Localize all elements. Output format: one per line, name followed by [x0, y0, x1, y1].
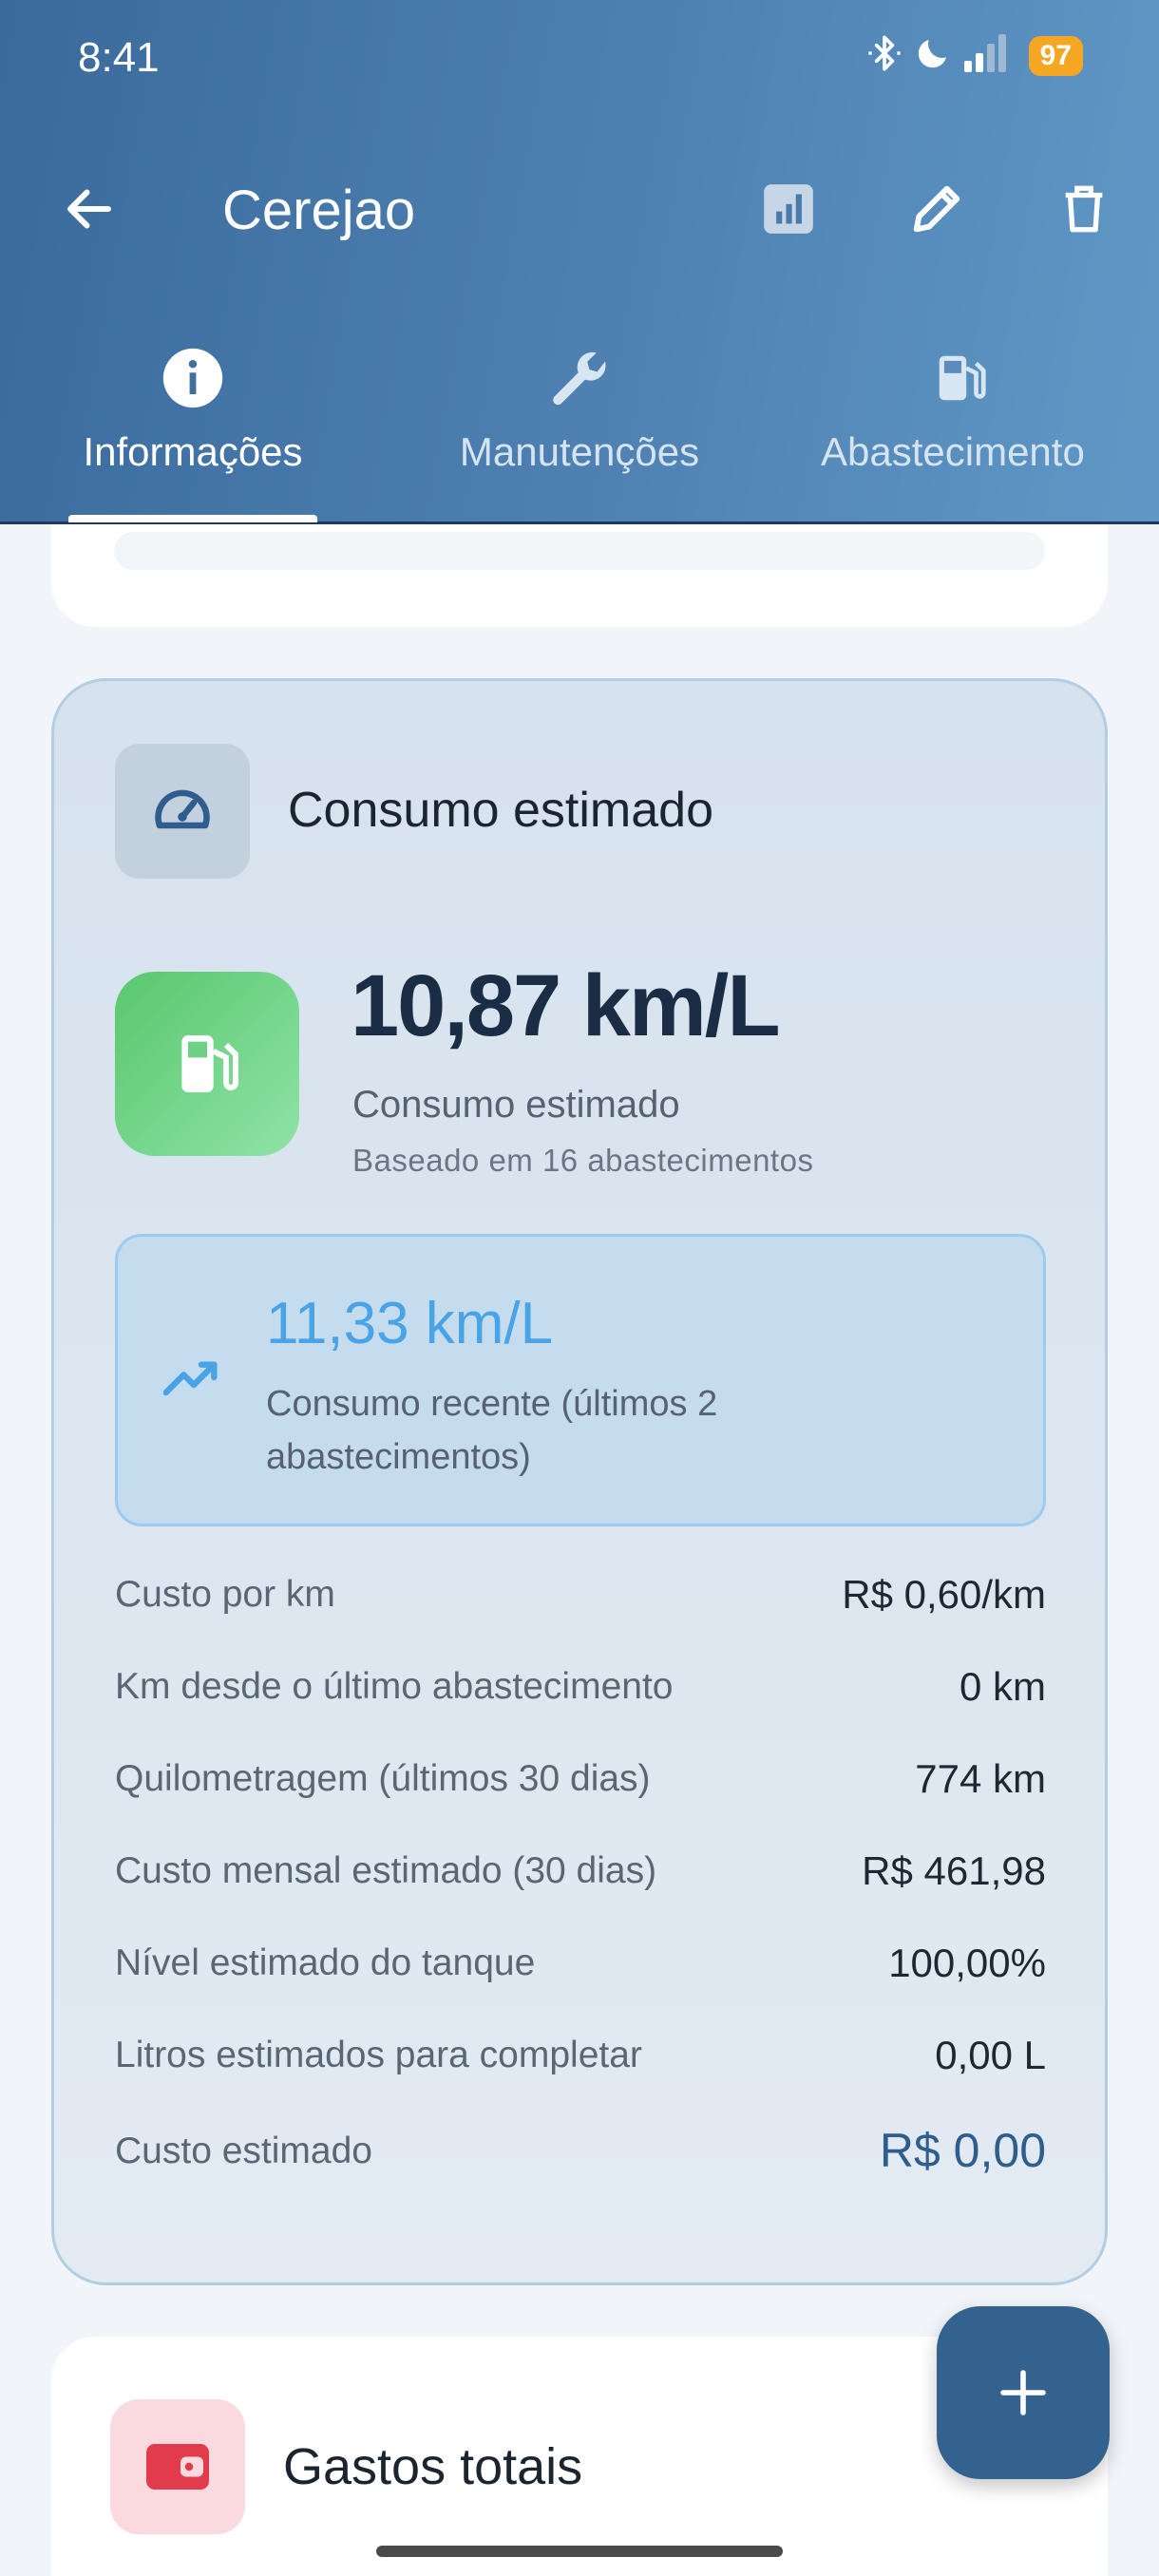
moon-icon	[913, 33, 953, 78]
tab-informacoes[interactable]: Informações	[57, 323, 329, 524]
stat-row-custo-mensal: Custo mensal estimado (30 dias) R$ 461,9…	[115, 1841, 1046, 1898]
stat-value: R$ 0,00	[879, 2124, 1046, 2177]
stat-row-custo-estimado: Custo estimado R$ 0,00	[115, 2121, 1046, 2178]
stat-value: 0 km	[959, 1664, 1046, 1709]
edit-button[interactable]	[899, 171, 975, 247]
consumo-label: Consumo estimado	[352, 1084, 680, 1126]
stat-label: Custo mensal estimado (30 dias)	[115, 1850, 657, 1891]
wallet-icon-box	[110, 2399, 245, 2534]
stat-row-nivel-tanque: Nível estimado do tanque 100,00%	[115, 1933, 1046, 1990]
consumo-sub: Baseado em 16 abastecimentos	[352, 1143, 814, 1178]
bluetooth-icon	[865, 32, 903, 79]
status-icons: 97	[865, 32, 1083, 79]
stat-value: R$ 461,98	[862, 1848, 1046, 1893]
signal-icon	[962, 34, 1012, 77]
plus-icon	[1000, 2370, 1046, 2415]
stat-value: 0,00 L	[935, 2033, 1046, 2077]
tab-label-manutencoes: Manutenções	[459, 429, 700, 474]
consumo-value: 10,87 km/L	[351, 957, 781, 1054]
home-indicator[interactable]	[376, 2546, 783, 2557]
status-time: 8:41	[78, 34, 160, 81]
recent-consumption-label: Consumo recente (últimos 2 abastecimento…	[266, 1384, 718, 1477]
tab-active-indicator	[68, 515, 317, 522]
back-button[interactable]	[51, 171, 127, 247]
app-header: 8:41 97 Cerejao Informações Manutenções …	[0, 0, 1159, 524]
fuel-icon-box	[115, 972, 299, 1156]
delete-button[interactable]	[1046, 171, 1122, 247]
stat-value: 774 km	[915, 1756, 1046, 1801]
wallet-icon	[146, 2444, 209, 2490]
trending-up-icon	[162, 1356, 224, 1403]
tab-abastecimento[interactable]: Abastecimento	[821, 323, 1159, 524]
fuel-pump-icon	[939, 355, 986, 401]
stat-row-litros: Litros estimados para completar 0,00 L	[115, 2025, 1046, 2082]
info-icon	[162, 348, 223, 408]
recent-consumption-box: 11,33 km/L Consumo recente (últimos 2 ab…	[115, 1234, 1046, 1526]
trash-icon	[1065, 185, 1103, 233]
stats-button[interactable]	[750, 171, 826, 247]
stat-label: Nível estimado do tanque	[115, 1942, 536, 1983]
stat-label: Custo por km	[115, 1574, 335, 1615]
stat-value: 100,00%	[888, 1941, 1046, 1985]
stat-row-quilometragem: Quilometragem (últimos 30 dias) 774 km	[115, 1749, 1046, 1806]
page-title: Cerejao	[222, 180, 416, 241]
tab-label-abastecimento: Abastecimento	[821, 429, 1085, 474]
recent-consumption-value: 11,33 km/L	[266, 1291, 554, 1356]
previous-card-inner	[114, 532, 1045, 570]
speedometer-icon-box	[115, 744, 250, 879]
stat-row-km-desde: Km desde o último abastecimento 0 km	[115, 1657, 1046, 1714]
stat-label: Quilometragem (últimos 30 dias)	[115, 1758, 651, 1799]
pencil-icon	[913, 185, 960, 233]
add-button[interactable]	[937, 2306, 1110, 2479]
consumo-card: Consumo estimado 10,87 km/L Consumo esti…	[51, 678, 1108, 2285]
stat-label: Litros estimados para completar	[115, 2035, 642, 2075]
tab-manutencoes[interactable]: Manutenções	[439, 323, 720, 524]
speedometer-icon	[155, 789, 210, 829]
fuel-pump-icon	[181, 1035, 238, 1092]
tab-bar: Informações Manutenções Abastecimento	[0, 323, 1159, 524]
consumo-card-title: Consumo estimado	[288, 783, 713, 838]
battery-badge: 97	[1028, 35, 1083, 76]
gastos-card-title: Gastos totais	[283, 2438, 583, 2495]
bar-chart-icon	[764, 184, 813, 234]
screen: 8:41 97 Cerejao Informações Manutenções …	[0, 0, 1159, 2576]
stat-row-custo-km: Custo por km R$ 0,60/km	[115, 1564, 1046, 1621]
wrench-icon	[553, 351, 606, 406]
stat-value: R$ 0,60/km	[842, 1572, 1046, 1617]
stat-label: Km desde o último abastecimento	[115, 1666, 674, 1707]
tab-label-informacoes: Informações	[83, 429, 303, 474]
arrow-left-icon	[67, 189, 111, 229]
stat-label: Custo estimado	[115, 2131, 372, 2171]
